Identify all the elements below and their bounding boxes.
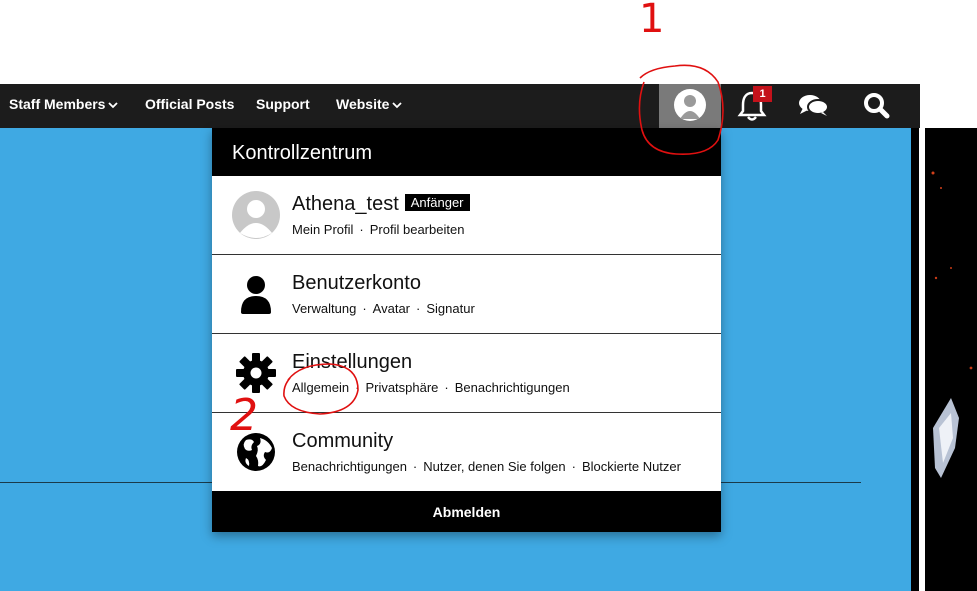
search-button[interactable] bbox=[856, 84, 896, 128]
navbar-edge bbox=[920, 84, 977, 128]
link-blocked-users[interactable]: Blockierte Nutzer bbox=[582, 459, 681, 474]
account-links: Verwaltung · Avatar · Signatur bbox=[292, 301, 475, 316]
settings-links: Allgemein · Privatsphäre · Benachrichtigunge… bbox=[292, 380, 570, 395]
chat-bubbles-icon bbox=[799, 95, 829, 116]
main-navbar: Staff Members Official Posts Support Web… bbox=[0, 84, 920, 128]
nav-item-label: Website bbox=[336, 96, 390, 112]
nav-item-label: Staff Members bbox=[9, 96, 106, 112]
nav-item-label: Official Posts bbox=[145, 96, 235, 112]
user-avatar[interactable] bbox=[232, 191, 280, 239]
link-signature[interactable]: Signatur bbox=[426, 301, 474, 316]
nav-item-label: Support bbox=[256, 96, 310, 112]
nav-item-support[interactable]: Support bbox=[256, 84, 310, 128]
link-followed-users[interactable]: Nutzer, denen Sie folgen bbox=[423, 459, 565, 474]
nav-item-website[interactable]: Website bbox=[336, 84, 403, 128]
link-general[interactable]: Allgemein bbox=[292, 380, 349, 395]
side-banner bbox=[911, 128, 977, 591]
account-row: Benutzerkonto Verwaltung · Avatar · Signatur bbox=[212, 255, 721, 334]
user-menu-button[interactable] bbox=[659, 84, 721, 128]
rank-badge: Anfänger bbox=[404, 194, 470, 211]
search-icon bbox=[864, 93, 890, 119]
link-notifications-settings[interactable]: Benachrichtigungen bbox=[455, 380, 570, 395]
link-edit-profile[interactable]: Profil bearbeiten bbox=[370, 222, 465, 237]
conversations-button[interactable] bbox=[794, 84, 834, 128]
profile-links: Mein Profil · Profil bearbeiten bbox=[292, 222, 465, 237]
nav-item-official-posts[interactable]: Official Posts bbox=[145, 84, 234, 128]
link-community-notifications[interactable]: Benachrichtigungen bbox=[292, 459, 407, 474]
link-my-profile[interactable]: Mein Profil bbox=[292, 222, 353, 237]
chevron-down-icon bbox=[108, 102, 119, 109]
section-title-settings[interactable]: Einstellungen bbox=[292, 351, 412, 374]
chevron-down-icon bbox=[392, 102, 403, 109]
community-links: Benachrichtigungen · Nutzer, denen Sie fol… bbox=[292, 459, 681, 474]
link-management[interactable]: Verwaltung bbox=[292, 301, 356, 316]
section-title-community[interactable]: Community bbox=[292, 430, 393, 453]
user-icon bbox=[232, 270, 280, 318]
username-text: Athena_test bbox=[292, 193, 399, 215]
section-title-account[interactable]: Benutzerkonto bbox=[292, 272, 421, 295]
link-privacy[interactable]: Privatsphäre bbox=[365, 380, 438, 395]
link-avatar[interactable]: Avatar bbox=[373, 301, 410, 316]
globe-icon bbox=[232, 428, 280, 476]
control-center-panel: Kontrollzentrum Athena_test Anfänger Mein… bbox=[212, 128, 721, 532]
nav-item-staff-members[interactable]: Staff Members bbox=[9, 84, 119, 128]
logout-button[interactable]: Abmelden bbox=[212, 491, 721, 532]
banner-artwork-image bbox=[931, 171, 973, 478]
community-row: Community Benachrichtigungen · Nutzer, den… bbox=[212, 413, 721, 492]
username[interactable]: Athena_test Anfänger bbox=[292, 193, 470, 216]
avatar-icon bbox=[232, 191, 280, 239]
panel-title: Kontrollzentrum bbox=[212, 128, 721, 176]
notification-badge: 1 bbox=[753, 86, 772, 102]
settings-row: Einstellungen Allgemein · Privatsphäre · Ben… bbox=[212, 334, 721, 413]
avatar-icon bbox=[674, 89, 706, 121]
top-whitespace bbox=[0, 0, 977, 84]
gear-icon bbox=[232, 349, 280, 397]
user-profile-row: Athena_test Anfänger Mein Profil · Profil b… bbox=[212, 176, 721, 255]
